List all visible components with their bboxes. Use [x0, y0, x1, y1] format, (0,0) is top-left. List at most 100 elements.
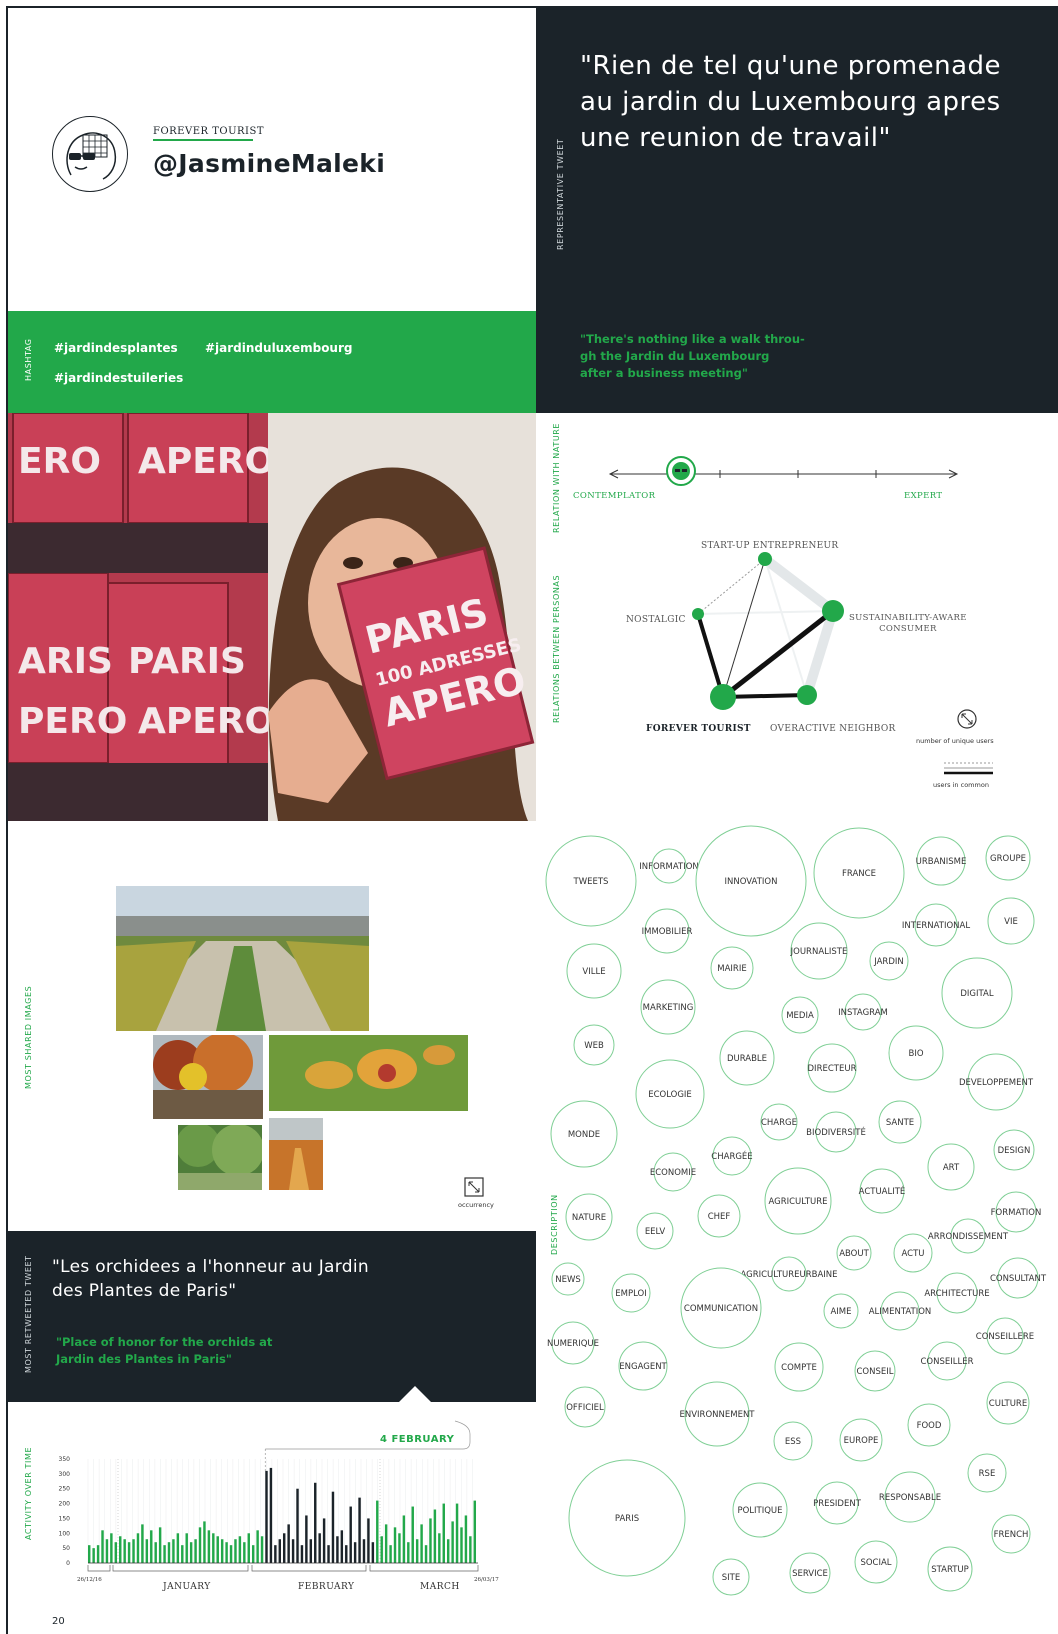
activity-bar[interactable]: [92, 1548, 95, 1563]
activity-bar[interactable]: [367, 1518, 370, 1563]
description-bubble[interactable]: MEDIA: [781, 996, 819, 1034]
activity-bar[interactable]: [203, 1521, 206, 1563]
activity-bar[interactable]: [154, 1542, 157, 1563]
activity-bar[interactable]: [309, 1539, 313, 1563]
activity-bar[interactable]: [398, 1533, 401, 1563]
activity-bar[interactable]: [260, 1536, 264, 1563]
activity-bar[interactable]: [300, 1545, 304, 1563]
description-bubble[interactable]: ENGAGENT: [618, 1341, 668, 1391]
node-overactive-neighbor[interactable]: [797, 685, 817, 705]
activity-bar[interactable]: [473, 1500, 477, 1563]
activity-bar[interactable]: [220, 1539, 224, 1563]
activity-bar[interactable]: [455, 1503, 459, 1563]
activity-bar[interactable]: [269, 1467, 273, 1563]
description-bubble[interactable]: ESS: [773, 1421, 813, 1461]
activity-bar[interactable]: [407, 1542, 410, 1563]
description-bubble[interactable]: EELV: [636, 1212, 674, 1250]
activity-bar[interactable]: [464, 1515, 468, 1563]
description-bubble[interactable]: EUROPE: [839, 1418, 883, 1462]
activity-bar[interactable]: [101, 1530, 104, 1563]
hashtag-item[interactable]: #jardinduluxembourg: [205, 341, 353, 355]
activity-bar[interactable]: [194, 1539, 197, 1563]
activity-bar[interactable]: [123, 1539, 126, 1563]
description-bubble[interactable]: POLITIQUE: [732, 1482, 788, 1538]
activity-bar[interactable]: [433, 1509, 437, 1563]
description-bubble[interactable]: SANTE: [878, 1100, 922, 1144]
description-bubble[interactable]: AIME: [823, 1293, 859, 1329]
description-bubble[interactable]: BIODIVERSITÉ: [806, 1111, 866, 1153]
description-bubble[interactable]: INNOVATION: [695, 825, 807, 937]
activity-bar[interactable]: [327, 1545, 330, 1563]
activity-bar[interactable]: [438, 1533, 441, 1563]
activity-bar[interactable]: [469, 1536, 472, 1563]
description-bubble[interactable]: JOURNALISTE: [790, 922, 848, 980]
activity-bar[interactable]: [243, 1542, 246, 1563]
activity-bar[interactable]: [274, 1545, 277, 1563]
description-bubble[interactable]: ABOUT: [836, 1235, 872, 1271]
description-bubble[interactable]: ARRONDISSEMENT: [928, 1218, 1009, 1254]
shared-image-autumn-trees[interactable]: [153, 1035, 263, 1119]
description-bubble[interactable]: DIGITAL: [941, 957, 1013, 1029]
activity-bar[interactable]: [296, 1488, 299, 1563]
description-bubble[interactable]: AGRICULTUREURBAINE: [740, 1256, 838, 1292]
activity-bar[interactable]: [158, 1527, 162, 1563]
activity-bar[interactable]: [105, 1539, 109, 1563]
description-bubble[interactable]: VIE: [987, 897, 1035, 945]
node-startup-entrepreneur[interactable]: [758, 552, 772, 566]
activity-bar[interactable]: [132, 1539, 135, 1563]
activity-bar[interactable]: [415, 1539, 419, 1563]
description-bubble[interactable]: AGRICULTURE: [764, 1167, 832, 1235]
node-forever-tourist[interactable]: [710, 684, 736, 710]
description-bubble[interactable]: COMMUNICATION: [680, 1267, 762, 1349]
description-bubble[interactable]: PRESIDENT: [813, 1481, 862, 1525]
activity-bar[interactable]: [141, 1524, 144, 1563]
activity-bar[interactable]: [114, 1542, 118, 1563]
description-bubble[interactable]: CONSEILLER: [920, 1341, 974, 1381]
description-bubble[interactable]: MARKETING: [640, 979, 696, 1035]
activity-bar[interactable]: [167, 1542, 171, 1563]
description-bubble[interactable]: ART: [927, 1143, 975, 1191]
description-bubble[interactable]: INTERNATIONAL: [902, 903, 970, 947]
activity-bar[interactable]: [229, 1545, 233, 1563]
node-nostalgic[interactable]: [692, 608, 704, 620]
activity-bar[interactable]: [446, 1539, 450, 1563]
description-bubble[interactable]: EMPLOI: [611, 1273, 651, 1313]
activity-bar[interactable]: [96, 1545, 100, 1563]
activity-bar[interactable]: [278, 1539, 282, 1563]
description-bubble[interactable]: SITE: [712, 1558, 750, 1596]
description-bubble[interactable]: STARTUP: [927, 1546, 973, 1592]
description-bubble[interactable]: DEVELOPPEMENT: [959, 1053, 1034, 1111]
description-bubble[interactable]: DIRECTEUR: [807, 1043, 857, 1093]
activity-bar[interactable]: [424, 1545, 428, 1563]
activity-bar[interactable]: [345, 1545, 348, 1563]
activity-bar[interactable]: [389, 1545, 392, 1563]
description-bubble[interactable]: TWEETS: [545, 835, 637, 927]
activity-bar[interactable]: [234, 1539, 237, 1563]
activity-bar[interactable]: [181, 1545, 184, 1563]
shared-image-park-bushes[interactable]: [178, 1125, 262, 1190]
description-bubble[interactable]: RSE: [967, 1453, 1007, 1493]
activity-bar[interactable]: [136, 1533, 140, 1563]
description-bubble[interactable]: DURABLE: [719, 1030, 775, 1086]
description-bubble[interactable]: JARDIN: [869, 941, 909, 981]
description-bubble[interactable]: CONSEIL: [854, 1350, 896, 1392]
activity-bar[interactable]: [380, 1536, 383, 1563]
activity-bar[interactable]: [265, 1470, 268, 1563]
activity-bar[interactable]: [411, 1506, 414, 1563]
activity-bar[interactable]: [349, 1506, 352, 1563]
activity-bar[interactable]: [402, 1515, 406, 1563]
description-bubble[interactable]: FRENCH: [991, 1514, 1031, 1554]
activity-bar[interactable]: [251, 1545, 255, 1563]
activity-bar[interactable]: [336, 1536, 339, 1563]
activity-bar[interactable]: [172, 1539, 175, 1563]
description-bubble[interactable]: GROUPE: [985, 835, 1031, 881]
activity-bar[interactable]: [371, 1542, 375, 1563]
description-bubble[interactable]: DESIGN: [993, 1129, 1035, 1171]
description-bubble[interactable]: PARIS: [568, 1459, 686, 1577]
activity-bar[interactable]: [145, 1539, 149, 1563]
activity-bar[interactable]: [362, 1539, 366, 1563]
activity-bar[interactable]: [119, 1536, 122, 1563]
description-bubble[interactable]: INSTAGRAM: [838, 993, 888, 1031]
description-bubble[interactable]: ENVIRONNEMENT: [680, 1381, 756, 1447]
activity-bar[interactable]: [384, 1524, 388, 1563]
